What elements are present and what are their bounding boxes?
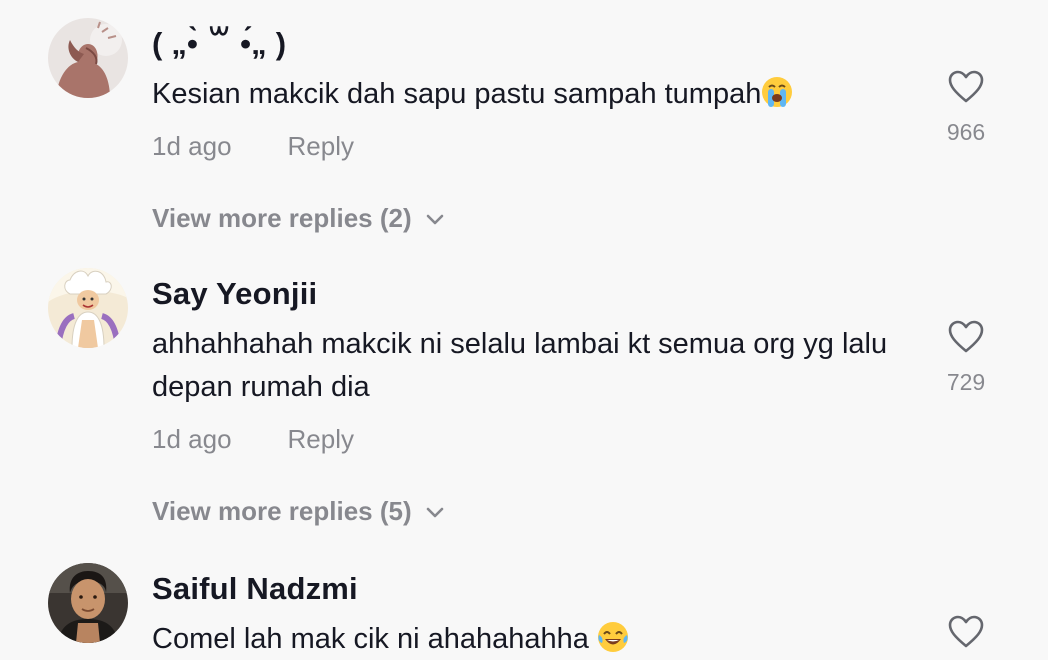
heart-outline-icon[interactable]	[947, 318, 985, 356]
heart-outline-icon[interactable]	[947, 613, 985, 651]
like-control	[930, 613, 1002, 651]
comment-username[interactable]: Saiful Nadzmi	[152, 569, 912, 609]
view-more-replies-label: View more replies (2)	[152, 203, 412, 233]
reply-button[interactable]: Reply	[288, 424, 354, 454]
comment-text: Kesian makcik dah sapu pastu sampah tump…	[152, 73, 912, 116]
like-count: 966	[946, 119, 986, 145]
comment-meta: 1d ago Reply	[152, 129, 912, 163]
view-more-replies-label: View more replies (5)	[152, 496, 412, 526]
avatar[interactable]	[48, 268, 128, 348]
comment-username[interactable]: ( „•̀ ꒳ •́„ )	[152, 24, 912, 64]
comment-text-content: Kesian makcik dah sapu pastu sampah tump…	[152, 78, 762, 110]
avatar-image	[48, 268, 128, 348]
avatar-image	[48, 563, 128, 643]
chevron-down-icon	[426, 214, 443, 225]
like-count: 729	[946, 369, 986, 395]
comment-text-content: Comel lah mak cik ni ahahahahha	[152, 623, 597, 655]
comment-body: Say Yeonjii ahhahhahah makcik ni selalu …	[152, 274, 912, 528]
view-more-replies-button[interactable]: View more replies (2)	[152, 201, 912, 235]
avatar[interactable]	[48, 18, 128, 98]
comment-body: Saiful Nadzmi Comel lah mak cik ni ahaha…	[152, 569, 912, 660]
avatar-image	[48, 18, 128, 98]
reply-button[interactable]: Reply	[288, 131, 354, 161]
comment-meta: 1d ago Reply	[152, 422, 912, 456]
comment-timestamp: 1d ago	[152, 131, 232, 161]
avatar[interactable]	[48, 563, 128, 643]
comment-body: ( „•̀ ꒳ •́„ ) Kesian makcik dah sapu pas…	[152, 24, 912, 235]
comment-text: Comel lah mak cik ni ahahahahha	[152, 618, 912, 660]
view-more-replies-button[interactable]: View more replies (5)	[152, 494, 912, 528]
face-with-tears-of-joy-emoji	[597, 622, 628, 652]
like-control: 966	[930, 68, 1002, 146]
loudly-crying-face-emoji	[762, 77, 793, 107]
comment-timestamp: 1d ago	[152, 424, 232, 454]
chevron-down-icon	[426, 507, 443, 518]
like-control: 729	[930, 318, 1002, 396]
heart-outline-icon[interactable]	[947, 68, 985, 106]
comment-username[interactable]: Say Yeonjii	[152, 274, 912, 314]
comment-text: ahhahhahah makcik ni selalu lambai kt se…	[152, 328, 888, 403]
